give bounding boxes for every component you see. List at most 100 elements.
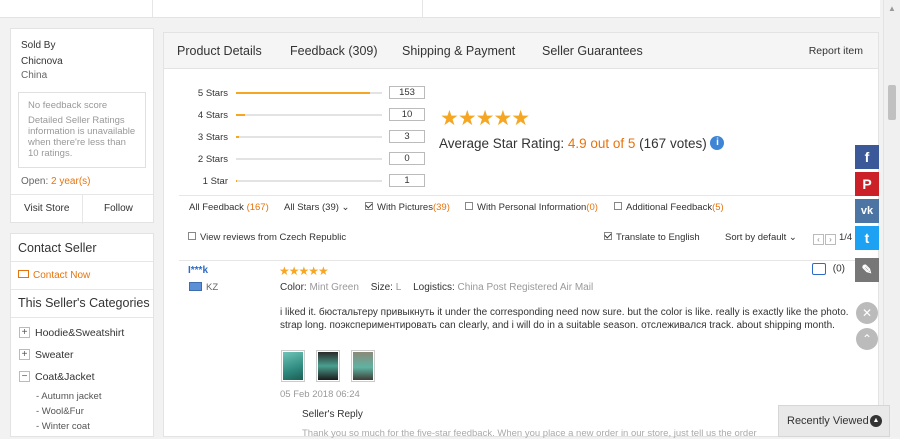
sold-by-label: Sold By	[21, 40, 56, 51]
divider	[11, 289, 153, 290]
tab-product-details[interactable]: Product Details	[177, 44, 262, 58]
twitter-share-icon[interactable]: t	[855, 226, 879, 250]
all-feedback-filter[interactable]: All Feedback (167)	[189, 202, 269, 213]
category-item[interactable]: + Sweater	[19, 348, 74, 361]
review-photo[interactable]	[316, 350, 340, 382]
rating-label: 3 Stars	[197, 132, 228, 143]
tab-bar: Product Details Feedback (309) Shipping …	[164, 33, 878, 69]
seller-country: China	[21, 70, 48, 81]
filter-bar: All Feedback (167) All Stars (39) ⌄ With…	[179, 195, 869, 221]
open-value: 2 year(s)	[51, 176, 91, 187]
category-item[interactable]: + Hoodie&Sweatshirt	[19, 326, 125, 339]
contact-now-label: Contact Now	[33, 270, 91, 281]
review-text: i liked it. бюстальтеру привыкнуть it un…	[280, 307, 849, 331]
pinterest-share-icon[interactable]: P	[855, 172, 879, 196]
color-value: Mint Green	[309, 282, 359, 293]
divider	[422, 0, 423, 17]
review-stars-icon: ★★★★★	[279, 264, 329, 278]
rating-bar-fill	[236, 92, 371, 94]
rating-count: 1	[389, 174, 425, 187]
average-label: Average Star Rating:	[439, 136, 565, 151]
scrollbar-thumb[interactable]	[888, 85, 896, 120]
view-country-filter[interactable]: View reviews from Czech Republic	[188, 232, 346, 243]
review-photo[interactable]	[281, 350, 305, 382]
view-country-label: View reviews from Czech Republic	[200, 232, 347, 243]
sort-dropdown[interactable]: Sort by default ⌄	[725, 232, 797, 243]
vk-share-icon[interactable]: vk	[855, 199, 879, 223]
contact-panel: Contact Seller Contact Now This Seller's…	[10, 233, 154, 437]
page-scrollbar[interactable]: ▲	[883, 0, 900, 437]
facebook-share-icon[interactable]: f	[855, 145, 879, 169]
category-label: Hoodie&Sweatshirt	[35, 327, 125, 339]
category-item[interactable]: − Coat&Jacket	[19, 370, 95, 383]
divider	[11, 317, 153, 318]
seller-name[interactable]: Chicnova	[21, 56, 63, 67]
category-label: Sweater	[35, 349, 74, 361]
mail-icon	[18, 270, 29, 279]
rating-bar	[236, 180, 382, 182]
reviewer-name: I***k	[188, 265, 209, 276]
feedback-note: Detailed Seller Ratings information is u…	[28, 115, 136, 159]
rating-count: 3	[389, 130, 425, 143]
contact-now-link[interactable]: Contact Now	[18, 270, 90, 281]
rating-label: 1 Star	[202, 176, 228, 187]
country-code: KZ	[206, 282, 219, 293]
average-stars-icon: ★★★★★	[440, 107, 530, 130]
recently-viewed-label: Recently Viewed	[787, 415, 869, 427]
open-duration: Open: 2 year(s)	[21, 176, 90, 187]
tab-feedback[interactable]: Feedback (309)	[290, 44, 378, 58]
visit-store-button[interactable]: Visit Store	[24, 203, 69, 214]
product-tabs-panel: Product Details Feedback (309) Shipping …	[163, 32, 879, 439]
rating-bar-fill	[236, 180, 237, 182]
helpful-button[interactable]: (0)	[811, 263, 845, 275]
scroll-up-icon[interactable]: ▲	[888, 4, 896, 13]
review-date: 05 Feb 2018 06:24	[280, 389, 360, 400]
personal-info-count: (0)	[586, 202, 598, 213]
rating-label: 5 Stars	[197, 88, 228, 99]
report-item-link[interactable]: Report item	[809, 45, 863, 57]
next-page-button[interactable]: ›	[825, 234, 836, 245]
recently-viewed-bar[interactable]: Recently Viewed ▲	[778, 405, 890, 437]
edit-icon[interactable]: ✎	[855, 258, 879, 282]
checkbox-checked[interactable]	[604, 232, 612, 241]
checkbox[interactable]	[465, 202, 473, 211]
expand-icon[interactable]: +	[19, 348, 30, 360]
collapse-icon[interactable]: −	[19, 370, 30, 382]
additional-label: Additional Feedback	[626, 202, 713, 213]
prev-page-button[interactable]: ‹	[813, 234, 824, 245]
back-to-top-icon[interactable]: ⌃	[856, 328, 878, 350]
info-icon[interactable]: i	[710, 136, 725, 151]
follow-button[interactable]: Follow	[104, 203, 133, 214]
all-stars-label: All Stars (39)	[284, 202, 339, 213]
seller-actions: Visit Store Follow	[11, 194, 153, 224]
seller-reply-text: Thank you so much for the five-star feed…	[302, 428, 757, 439]
feedback-score-box: No feedback score Detailed Seller Rating…	[18, 92, 146, 168]
translate-toggle[interactable]: Translate to English	[604, 232, 700, 243]
rating-label: 4 Stars	[197, 110, 228, 121]
review-item: I***k KZ ★★★★★ Color: Mint Green Size: L…	[179, 260, 869, 439]
additional-feedback-filter[interactable]: Additional Feedback(5)	[614, 202, 724, 213]
with-pictures-filter[interactable]: With Pictures(39)	[365, 202, 450, 213]
divider	[152, 0, 153, 17]
subcategory-link[interactable]: - Wool&Fur	[36, 406, 84, 417]
tab-shipping-payment[interactable]: Shipping & Payment	[402, 44, 515, 58]
all-stars-dropdown[interactable]: All Stars (39) ⌄	[284, 202, 350, 213]
chevron-up-icon[interactable]: ▲	[870, 415, 882, 427]
checkbox-checked[interactable]	[365, 202, 373, 211]
review-photo[interactable]	[351, 350, 375, 382]
tab-seller-guarantees[interactable]: Seller Guarantees	[542, 44, 643, 58]
subcategory-link[interactable]: - Autumn jacket	[36, 391, 101, 402]
close-icon[interactable]: ✕	[856, 302, 878, 324]
personal-info-filter[interactable]: With Personal Information(0)	[465, 202, 598, 213]
vote-count: (167 votes)	[639, 136, 707, 151]
checkbox[interactable]	[614, 202, 622, 211]
expand-icon[interactable]: +	[19, 326, 30, 338]
rating-bar	[236, 92, 382, 94]
sort-label: Sort by default	[725, 232, 787, 243]
seller-reply-label: Seller's Reply	[302, 409, 363, 420]
rating-bar	[236, 136, 382, 138]
subcategory-link[interactable]: - Winter coat	[36, 421, 90, 432]
page-indicator: 1/4	[839, 232, 853, 243]
categories-title: This Seller's Categories	[18, 296, 150, 310]
checkbox[interactable]	[188, 232, 196, 241]
